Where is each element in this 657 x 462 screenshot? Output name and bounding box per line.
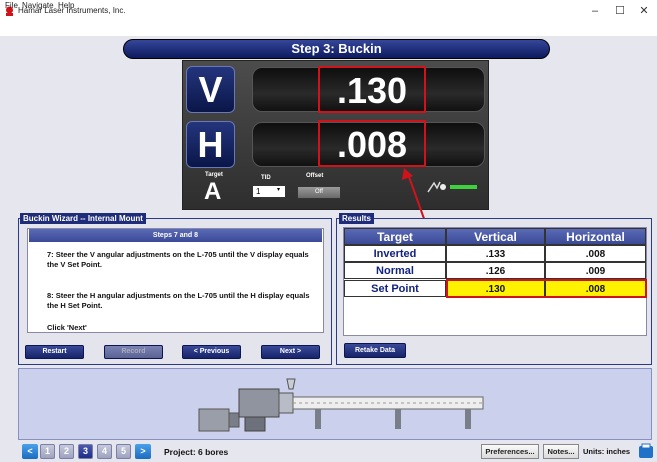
wizard-steps-heading: Steps 7 and 8: [29, 229, 322, 242]
offset-toggle-button[interactable]: Off: [297, 186, 341, 199]
minimize-button[interactable]: –: [582, 2, 608, 20]
close-button[interactable]: ✕: [631, 2, 657, 20]
previous-step-arrow-button[interactable]: <: [22, 444, 38, 459]
h-readout-value: .008: [318, 120, 426, 167]
next-step-arrow-button[interactable]: >: [135, 444, 151, 459]
wizard-content: [27, 228, 324, 333]
restart-button[interactable]: Restart: [25, 345, 84, 359]
menu-file[interactable]: File: [5, 1, 18, 10]
step-5-button[interactable]: 5: [116, 444, 131, 459]
results-row-label: Inverted: [344, 245, 446, 262]
results-cell-horizontal: .009: [545, 262, 646, 279]
wizard-step-7-text: 7: Steer the V angular adjustments on th…: [47, 250, 309, 269]
menu-help[interactable]: Help: [58, 1, 74, 10]
results-row-label: Set Point: [344, 280, 446, 297]
results-header-horizontal: Horizontal: [545, 228, 646, 245]
step-1-button[interactable]: 1: [40, 444, 55, 459]
notes-button[interactable]: Notes...: [543, 444, 579, 459]
h-axis-label: H: [186, 121, 235, 168]
results-cell-vertical: .133: [446, 245, 545, 262]
results-row-label: Normal: [344, 262, 446, 279]
maximize-button[interactable]: ☐: [607, 2, 633, 20]
step-4-button[interactable]: 4: [97, 444, 112, 459]
step-header: Step 3: Buckin: [123, 39, 550, 59]
wizard-title: Buckin Wizard -- Internal Mount: [20, 213, 146, 224]
wizard-step-8-text: 8: Steer the H angular adjustments on th…: [47, 291, 310, 310]
v-readout-value: .130: [318, 66, 426, 113]
results-header-vertical: Vertical: [446, 228, 545, 245]
previous-button[interactable]: < Previous: [182, 345, 241, 359]
results-cell-horizontal: .008: [545, 245, 646, 262]
wizard-click-next-text: Click 'Next': [47, 323, 87, 332]
record-button[interactable]: Record: [104, 345, 163, 359]
target-value: A: [204, 178, 222, 205]
results-header-target: Target: [344, 228, 446, 245]
preferences-button[interactable]: Preferences...: [481, 444, 539, 459]
boring-bar-machine-icon: [198, 378, 484, 432]
results-cell-vertical: .126: [446, 262, 545, 279]
set-point-highlight-box: [446, 279, 647, 298]
step-3-button[interactable]: 3: [78, 444, 93, 459]
tid-select[interactable]: 1: [252, 185, 286, 198]
next-button[interactable]: Next >: [261, 345, 320, 359]
menu-bar: [0, 22, 657, 36]
chevron-down-icon[interactable]: ▾: [277, 186, 280, 193]
menu-navigate[interactable]: Navigate: [22, 1, 54, 10]
results-title: Results: [339, 213, 374, 224]
units-toggle-icon[interactable]: [638, 443, 654, 459]
step-2-button[interactable]: 2: [59, 444, 74, 459]
units-label: Units: inches: [583, 447, 631, 456]
tid-label: TID: [261, 175, 271, 181]
offset-label: Offset: [306, 173, 324, 179]
project-label: Project: 6 bores: [164, 447, 229, 457]
retake-data-button[interactable]: Retake Data: [344, 343, 406, 358]
v-axis-label: V: [186, 66, 235, 113]
